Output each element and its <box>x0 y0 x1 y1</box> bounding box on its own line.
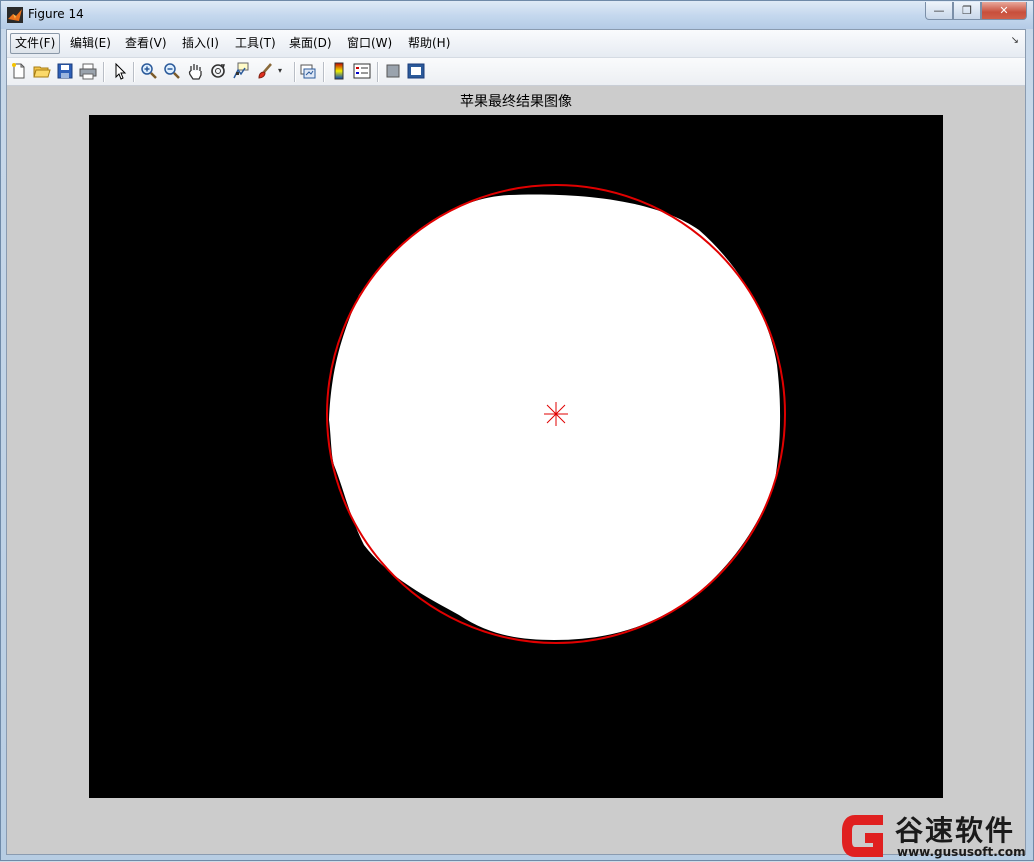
toolbar-separator <box>103 62 105 82</box>
print-icon[interactable] <box>79 62 97 80</box>
menu-window[interactable]: 窗口(W) <box>343 33 396 54</box>
toolbar-separator <box>294 62 296 82</box>
data-cursor-icon[interactable] <box>232 62 250 80</box>
save-icon[interactable] <box>56 62 74 80</box>
figure-toolbar: ▾ <box>7 58 1025 86</box>
menu-bar: 文件(F) 编辑(E) 查看(V) 插入(I) 工具(T) 桌面(D) 窗口(W… <box>7 30 1025 58</box>
menu-file[interactable]: 文件(F) <box>10 33 61 54</box>
toolbar-separator <box>323 62 325 82</box>
restore-button[interactable]: ❐ <box>953 2 981 20</box>
brush-dropdown-icon[interactable]: ▾ <box>278 62 288 80</box>
hide-plot-tools-icon[interactable] <box>384 62 402 80</box>
menu-tools[interactable]: 工具(T) <box>231 33 280 54</box>
insert-legend-icon[interactable] <box>353 62 371 80</box>
figure-client-area: 文件(F) 编辑(E) 查看(V) 插入(I) 工具(T) 桌面(D) 窗口(W… <box>6 29 1026 855</box>
menu-edit[interactable]: 编辑(E) <box>66 33 115 54</box>
watermark-name: 谷速软件 <box>895 814 1016 847</box>
dock-arrow-icon[interactable]: ↘ <box>1011 35 1019 46</box>
figure-window: Figure 14 — ❐ ✕ 文件(F) 编辑(E) 查看(V) 插入(I) … <box>0 0 1034 861</box>
plot-title: 苹果最终结果图像 <box>460 94 572 110</box>
toolbar-separator <box>377 62 379 82</box>
gususoft-logo-icon <box>842 815 883 857</box>
gususoft-watermark: 谷速软件 www.gususoft.com <box>837 807 1034 862</box>
link-plot-icon[interactable] <box>299 62 317 80</box>
watermark-url: www.gususoft.com <box>897 845 1026 859</box>
menu-desktop[interactable]: 桌面(D) <box>285 33 336 54</box>
close-button[interactable]: ✕ <box>981 2 1027 20</box>
pan-hand-icon[interactable] <box>186 62 204 80</box>
zoom-in-icon[interactable] <box>140 62 158 80</box>
rotate-3d-icon[interactable] <box>209 62 227 80</box>
image-axes[interactable] <box>89 115 943 798</box>
new-figure-icon[interactable] <box>10 62 28 80</box>
menu-view[interactable]: 查看(V) <box>121 33 171 54</box>
window-title: Figure 14 <box>28 7 84 21</box>
minimize-button[interactable]: — <box>925 2 953 20</box>
zoom-out-icon[interactable] <box>163 62 181 80</box>
apple-blob <box>329 194 781 640</box>
center-marker <box>544 402 568 426</box>
segmented-apple-image <box>89 115 943 798</box>
open-file-icon[interactable] <box>33 62 51 80</box>
menu-insert[interactable]: 插入(I) <box>178 33 223 54</box>
toolbar-separator <box>133 62 135 82</box>
show-plot-tools-icon[interactable] <box>407 62 425 80</box>
title-bar[interactable]: Figure 14 — ❐ ✕ <box>1 1 1033 29</box>
insert-colorbar-icon[interactable] <box>330 62 348 80</box>
menu-help[interactable]: 帮助(H) <box>404 33 454 54</box>
brush-icon[interactable] <box>256 62 274 80</box>
edit-plot-arrow-icon[interactable] <box>111 62 129 80</box>
matlab-logo-icon <box>7 7 23 23</box>
